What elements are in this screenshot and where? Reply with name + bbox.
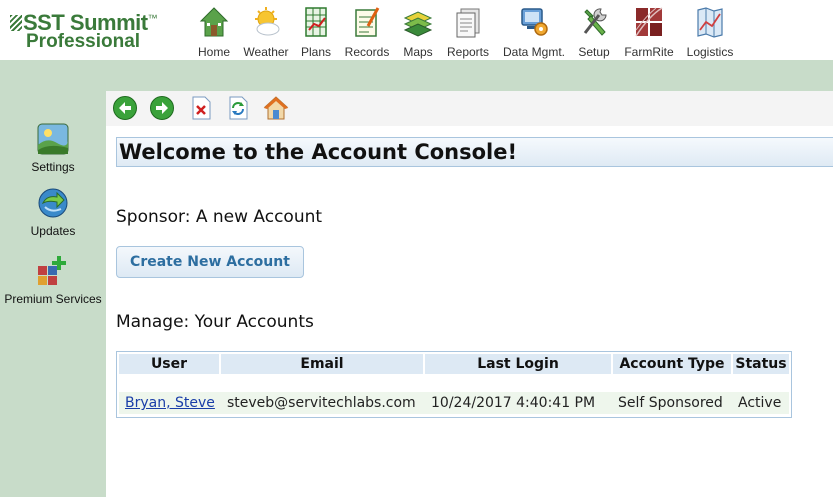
left-sidebar: Settings Updates Premium Services: [0, 91, 106, 497]
home-page-icon[interactable]: [263, 95, 289, 121]
forward-arrow-icon[interactable]: [149, 95, 175, 121]
logistics-icon: [697, 7, 723, 38]
home-icon: [199, 7, 229, 37]
nav-logistics-label: Logistics: [686, 45, 734, 59]
header-band: [0, 60, 833, 91]
column-header-status[interactable]: Status: [733, 354, 789, 374]
farmrite-icon: [635, 7, 663, 37]
sponsor-heading: Sponsor: A new Account: [116, 207, 323, 227]
settings-icon: [37, 123, 69, 155]
nav-weather-label: Weather: [243, 45, 289, 59]
page-title: Welcome to the Account Console!: [116, 137, 833, 167]
reports-icon: [456, 8, 480, 38]
nav-weather[interactable]: Weather: [240, 6, 292, 59]
nav-data-management-label: Data Mgmt.: [502, 45, 565, 59]
sst-summit-logo: SST Summit™ Professional: [10, 10, 180, 54]
column-header-user[interactable]: User: [119, 354, 219, 374]
setup-icon: [583, 8, 607, 36]
updates-icon: [38, 188, 68, 218]
column-header-last-login[interactable]: Last Login: [425, 354, 611, 374]
nav-farmrite[interactable]: FarmRite: [620, 6, 678, 59]
records-icon: [355, 7, 380, 37]
nav-home-label: Home: [197, 45, 230, 59]
close-page-icon[interactable]: [188, 95, 214, 121]
nav-maps-label: Maps: [403, 45, 433, 59]
user-link[interactable]: Bryan, Steve: [125, 395, 215, 411]
accounts-table: User Email Last Login Account Type Statu…: [116, 351, 792, 418]
column-header-email[interactable]: Email: [221, 354, 423, 374]
sidebar-item-updates-label: Updates: [30, 224, 76, 238]
page-toolbar: [106, 91, 833, 126]
top-navigation-bar: SST Summit™ Professional Home Weather Pl…: [0, 0, 833, 60]
maps-icon: [403, 11, 433, 37]
nav-setup-label: Setup: [578, 45, 610, 59]
sidebar-item-premium-services-label: Premium Services: [4, 292, 102, 306]
premium-services-icon: [38, 256, 66, 285]
nav-records-label: Records: [344, 45, 390, 59]
nav-data-management[interactable]: Data Mgmt.: [500, 6, 568, 59]
nav-reports[interactable]: Reports: [444, 6, 492, 59]
cell-email: steveb@servitechlabs.com: [227, 395, 416, 411]
cell-status: Active: [738, 395, 782, 411]
nav-plans[interactable]: Plans: [298, 6, 334, 59]
logo-mark-icon: [10, 15, 22, 31]
logo-trademark: ™: [147, 13, 158, 25]
nav-plans-label: Plans: [300, 45, 332, 59]
cell-last-login: 10/24/2017 4:40:41 PM: [431, 395, 596, 411]
sidebar-item-settings[interactable]: Settings: [0, 123, 106, 174]
nav-setup[interactable]: Setup: [574, 6, 614, 59]
nav-home[interactable]: Home: [194, 6, 234, 59]
sidebar-item-premium-services[interactable]: Premium Services: [0, 255, 106, 306]
cell-account-type: Self Sponsored: [618, 395, 723, 411]
weather-icon: [255, 7, 280, 36]
cell-user[interactable]: Bryan, Steve: [125, 392, 215, 414]
sidebar-item-updates[interactable]: Updates: [0, 187, 106, 238]
table-row: Bryan, Steve steveb@servitechlabs.com 10…: [119, 392, 789, 414]
back-arrow-icon[interactable]: [112, 95, 138, 121]
logo-subtitle: Professional: [26, 31, 141, 52]
nav-records[interactable]: Records: [342, 6, 392, 59]
manage-heading: Manage: Your Accounts: [116, 312, 314, 332]
nav-logistics[interactable]: Logistics: [684, 6, 736, 59]
create-new-account-button[interactable]: Create New Account: [116, 246, 304, 278]
plans-icon: [305, 7, 327, 37]
sidebar-item-settings-label: Settings: [31, 160, 75, 174]
refresh-icon[interactable]: [225, 95, 251, 121]
nav-reports-label: Reports: [446, 45, 490, 59]
nav-farmrite-label: FarmRite: [624, 45, 674, 59]
nav-maps[interactable]: Maps: [398, 6, 438, 59]
data-management-icon: [521, 8, 548, 36]
column-header-account-type[interactable]: Account Type: [613, 354, 731, 374]
